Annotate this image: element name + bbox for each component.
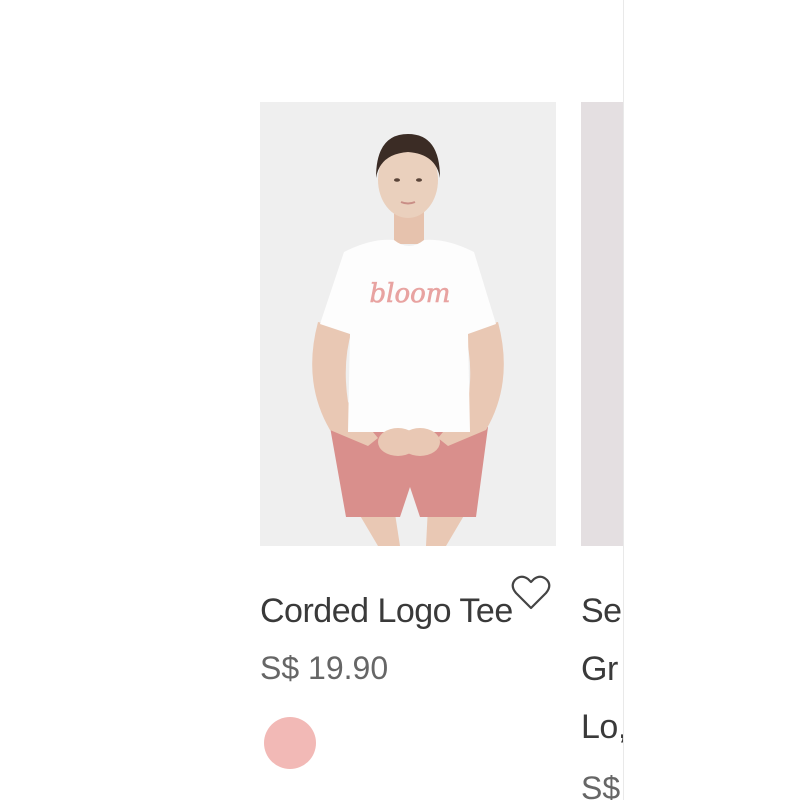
heart-outline-icon[interactable] xyxy=(510,572,552,612)
product-image[interactable] xyxy=(581,102,623,546)
product-price: S$ xyxy=(581,770,621,800)
shirt-print: bloom xyxy=(370,279,451,309)
product-price: S$ 19.90 xyxy=(260,650,389,686)
product-title-line: Gr xyxy=(581,650,618,688)
color-swatch[interactable] xyxy=(264,717,316,769)
product-title-line: Se xyxy=(581,592,622,630)
model-photo: bloom xyxy=(260,102,556,546)
product-title[interactable]: Corded Logo Tee xyxy=(260,582,550,640)
product-title-line: Lo, xyxy=(581,708,623,746)
product-card[interactable]: bloom Corded Logo Tee S$ 19.90 xyxy=(260,102,556,769)
product-grid: bloom Corded Logo Tee S$ 19.90 Se Gr Lo,… xyxy=(0,0,623,800)
product-card[interactable]: Se Gr Lo, S$ xyxy=(581,102,623,800)
viewport-edge-divider xyxy=(623,0,624,800)
product-listing: bloom Corded Logo Tee S$ 19.90 Se Gr Lo,… xyxy=(0,0,800,800)
product-title[interactable]: Se Gr Lo, xyxy=(581,582,623,756)
product-image[interactable]: bloom xyxy=(260,102,556,546)
